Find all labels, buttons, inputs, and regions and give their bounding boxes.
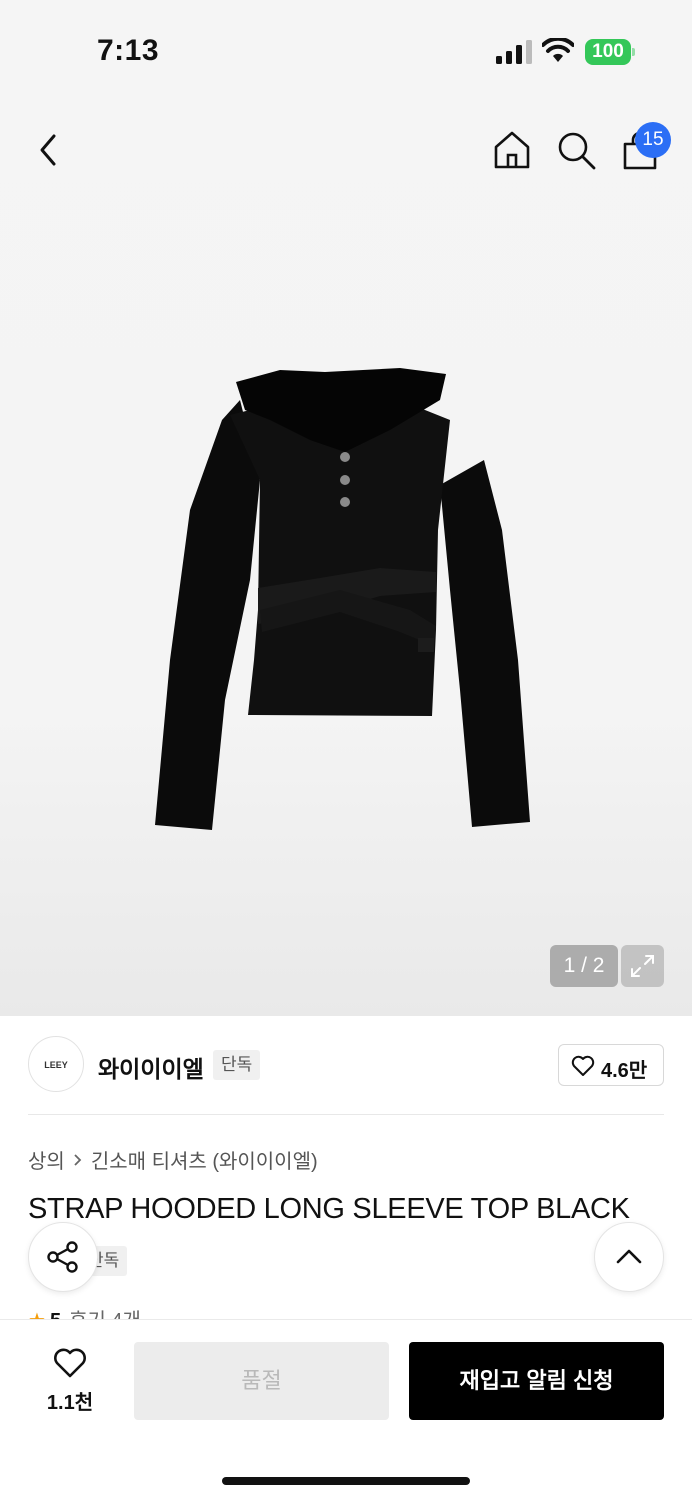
status-bar: 7:13 100: [0, 0, 692, 100]
battery-level: 100: [585, 39, 631, 65]
brand-logo[interactable]: LEEY: [28, 1036, 84, 1092]
divider: [28, 1114, 664, 1115]
brand-like-button[interactable]: 4.6만: [558, 1044, 664, 1086]
home-icon[interactable]: [490, 128, 534, 172]
heart-icon: [571, 1055, 595, 1076]
search-icon[interactable]: [554, 128, 598, 172]
breadcrumb: 상의 긴소매 티셔츠 (와이이이엘): [28, 1145, 318, 1174]
status-time: 7:13: [97, 34, 160, 67]
restock-alert-button[interactable]: 재입고 알림 신청: [409, 1342, 664, 1420]
soldout-button: 품절: [134, 1342, 389, 1420]
heart-icon[interactable]: [52, 1347, 88, 1379]
share-button[interactable]: [28, 1222, 98, 1292]
home-indicator[interactable]: [222, 1477, 470, 1485]
battery-indicator: 100: [585, 39, 635, 65]
chevron-right-icon: [74, 1153, 82, 1166]
chevron-left-icon[interactable]: [32, 128, 68, 172]
cart-count-badge: 15: [635, 122, 671, 158]
expand-icon: [631, 955, 654, 977]
expand-image-button[interactable]: [621, 945, 664, 987]
scroll-top-button[interactable]: [594, 1222, 664, 1292]
breadcrumb-subcategory[interactable]: 긴소매 티셔츠 (와이이이엘): [91, 1145, 318, 1174]
image-counter: 1 / 2: [550, 945, 618, 987]
wishlist-count: 1.1천: [46, 1392, 94, 1414]
share-icon: [47, 1241, 78, 1273]
product-image: [155, 368, 530, 830]
breadcrumb-category[interactable]: 상의: [28, 1145, 65, 1174]
brand-row: LEEY 와이이이엘 단독 4.6만: [28, 1036, 664, 1096]
cellular-signal-icon: [496, 40, 532, 64]
bottom-action-bar: 1.1천 품절 재입고 알림 신청: [0, 1319, 692, 1500]
brand-like-count: 4.6만: [601, 1060, 648, 1082]
chevron-up-icon: [616, 1249, 642, 1264]
brand-name[interactable]: 와이이이엘: [98, 1050, 204, 1084]
wifi-icon: [542, 38, 574, 62]
product-title: STRAP HOODED LONG SLEEVE TOP BLACK: [28, 1193, 630, 1225]
exclusive-badge: 단독: [213, 1050, 261, 1080]
